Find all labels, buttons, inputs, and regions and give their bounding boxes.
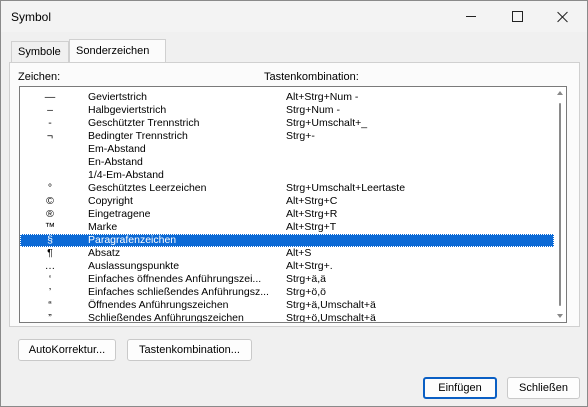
name-cell: Copyright [88, 195, 133, 207]
scroll-down-icon[interactable] [557, 314, 563, 318]
symbol-cell: ™ [44, 221, 56, 233]
list-row[interactable]: ¶ Absatz Alt+S [20, 247, 554, 260]
list-row[interactable]: © Copyright Alt+Strg+C [20, 195, 554, 208]
shortcut-cell: Alt+S [286, 247, 312, 259]
column-header-tastenkombination: Tastenkombination: [264, 71, 359, 83]
shortcut-cell: Strg+Num - [286, 104, 340, 116]
maximize-button[interactable] [494, 1, 540, 32]
symbol-cell: “ [48, 299, 52, 311]
close-icon [557, 11, 569, 23]
list-row[interactable]: ™ Marke Alt+Strg+T [20, 221, 554, 234]
column-header-zeichen: Zeichen: [18, 71, 61, 83]
shortcut-cell: Alt+Strg+C [286, 195, 338, 207]
shortcut-cell: Alt+Strg+R [286, 208, 338, 220]
shortcut-cell: Strg+ö,ö [286, 286, 326, 298]
name-cell: Geschütztes Leerzeichen [88, 182, 207, 194]
scroll-up-icon[interactable] [557, 91, 563, 95]
symbol-cell: ° [47, 182, 53, 194]
list-row[interactable]: … Auslassungspunkte Alt+Strg+. [20, 260, 554, 273]
tab-symbole[interactable]: Symbole [11, 41, 69, 62]
name-cell: Einfaches öffnendes Anführungszei... [88, 273, 262, 285]
symbol-cell: ” [48, 312, 52, 323]
name-cell: 1/4-Em-Abstand [88, 169, 164, 181]
name-cell: Absatz [88, 247, 121, 259]
name-cell: Eingetragene [88, 208, 151, 220]
list-row[interactable]: ’ Einfaches schließendes Anführungsz... St… [20, 286, 554, 299]
scrollbar-thumb[interactable] [559, 103, 561, 306]
name-cell: Einfaches schließendes Anführungsz... [88, 286, 269, 298]
list-row[interactable]: 1/4-Em-Abstand [20, 169, 554, 182]
autokorrektur-button[interactable]: AutoKorrektur... [18, 339, 116, 361]
tastenkombination-button[interactable]: Tastenkombination... [127, 339, 252, 361]
list-scrollbar[interactable] [554, 87, 566, 322]
sonderzeichen-panel: Zeichen: Tastenkombination: — Geviertstri… [9, 62, 580, 327]
tab-sonderzeichen[interactable]: Sonderzeichen [69, 39, 166, 63]
list-row[interactable]: — Geviertstrich Alt+Strg+Num - [20, 91, 554, 104]
shortcut-cell: Strg+ä,Umschalt+ä [286, 299, 376, 311]
name-cell: Schließendes Anführungszeichen [88, 312, 244, 323]
list-row[interactable]: “ Öffnendes Anführungszeichen Strg+ä,Umsch… [20, 299, 554, 312]
symbol-cell: ¬ [46, 130, 54, 142]
list-row[interactable]: ° Geschütztes Leerzeichen Strg+Umschalt+Le… [20, 182, 554, 195]
name-cell: Geschützter Trennstrich [88, 117, 200, 129]
list-row[interactable]: ‘ Einfaches öffnendes Anführungszei... Str… [20, 273, 554, 286]
name-cell: Paragrafenzeichen [88, 234, 177, 246]
name-cell: Auslassungspunkte [88, 260, 180, 272]
minimize-icon [466, 16, 476, 17]
shortcut-cell: Strg+Umschalt+Leertaste [286, 182, 406, 194]
symbol-cell: ‘ [48, 273, 52, 285]
list-row[interactable]: – Halbgeviertstrich Strg+Num - [20, 104, 554, 117]
name-cell: Geviertstrich [88, 91, 147, 103]
shortcut-cell: Alt+Strg+T [286, 221, 337, 233]
name-cell: En-Abstand [88, 156, 143, 168]
name-cell: Em-Abstand [88, 143, 146, 155]
title-bar: Symbol [1, 1, 587, 32]
close-button[interactable] [540, 1, 586, 32]
name-cell: Halbgeviertstrich [88, 104, 167, 116]
symbol-cell: – [47, 104, 53, 116]
symbol-cell: § [47, 234, 53, 246]
shortcut-cell: Alt+Strg+. [286, 260, 333, 272]
symbol-dialog: Symbol Symbole Sonderzeichen Zeichen: Ta… [0, 0, 588, 407]
list-row[interactable]: Em-Abstand [20, 143, 554, 156]
shortcut-cell: Alt+Strg+Num - [286, 91, 359, 103]
sonderzeichen-list[interactable]: — Geviertstrich Alt+Strg+Num - – Halbgeviert… [19, 86, 567, 323]
symbol-cell: — [44, 91, 56, 103]
shortcut-cell: Strg+ö,Umschalt+ä [286, 312, 376, 323]
shortcut-cell: Strg+Umschalt+_ [286, 117, 368, 129]
maximize-icon [511, 11, 523, 22]
name-cell: Bedingter Trennstrich [88, 130, 188, 142]
schliessen-button[interactable]: Schließen [507, 377, 580, 399]
list-row[interactable]: ¬ Bedingter Trennstrich Strg+- [20, 130, 554, 143]
name-cell: Öffnendes Anführungszeichen [88, 299, 229, 311]
list-row[interactable]: ” Schließendes Anführungszeichen Strg+ö,Um… [20, 312, 554, 323]
symbol-cell: ¶ [47, 247, 53, 259]
list-row[interactable]: En-Abstand [20, 156, 554, 169]
shortcut-cell: Strg+ä,ä [286, 273, 326, 285]
minimize-button[interactable] [448, 1, 494, 32]
einfuegen-button[interactable]: Einfügen [423, 377, 497, 399]
symbol-cell: ® [46, 208, 54, 220]
window-title: Symbol [11, 10, 52, 24]
symbol-cell: - [48, 117, 52, 129]
symbol-cell: ’ [48, 286, 52, 298]
shortcut-cell: Strg+- [286, 130, 315, 142]
list-row[interactable]: ® Eingetragene Alt+Strg+R [20, 208, 554, 221]
list-row[interactable]: § Paragrafenzeichen [20, 234, 554, 247]
symbol-cell: … [44, 260, 56, 272]
name-cell: Marke [88, 221, 118, 233]
list-row[interactable]: - Geschützter Trennstrich Strg+Umschalt+_ [20, 117, 554, 130]
symbol-cell: © [46, 195, 54, 207]
